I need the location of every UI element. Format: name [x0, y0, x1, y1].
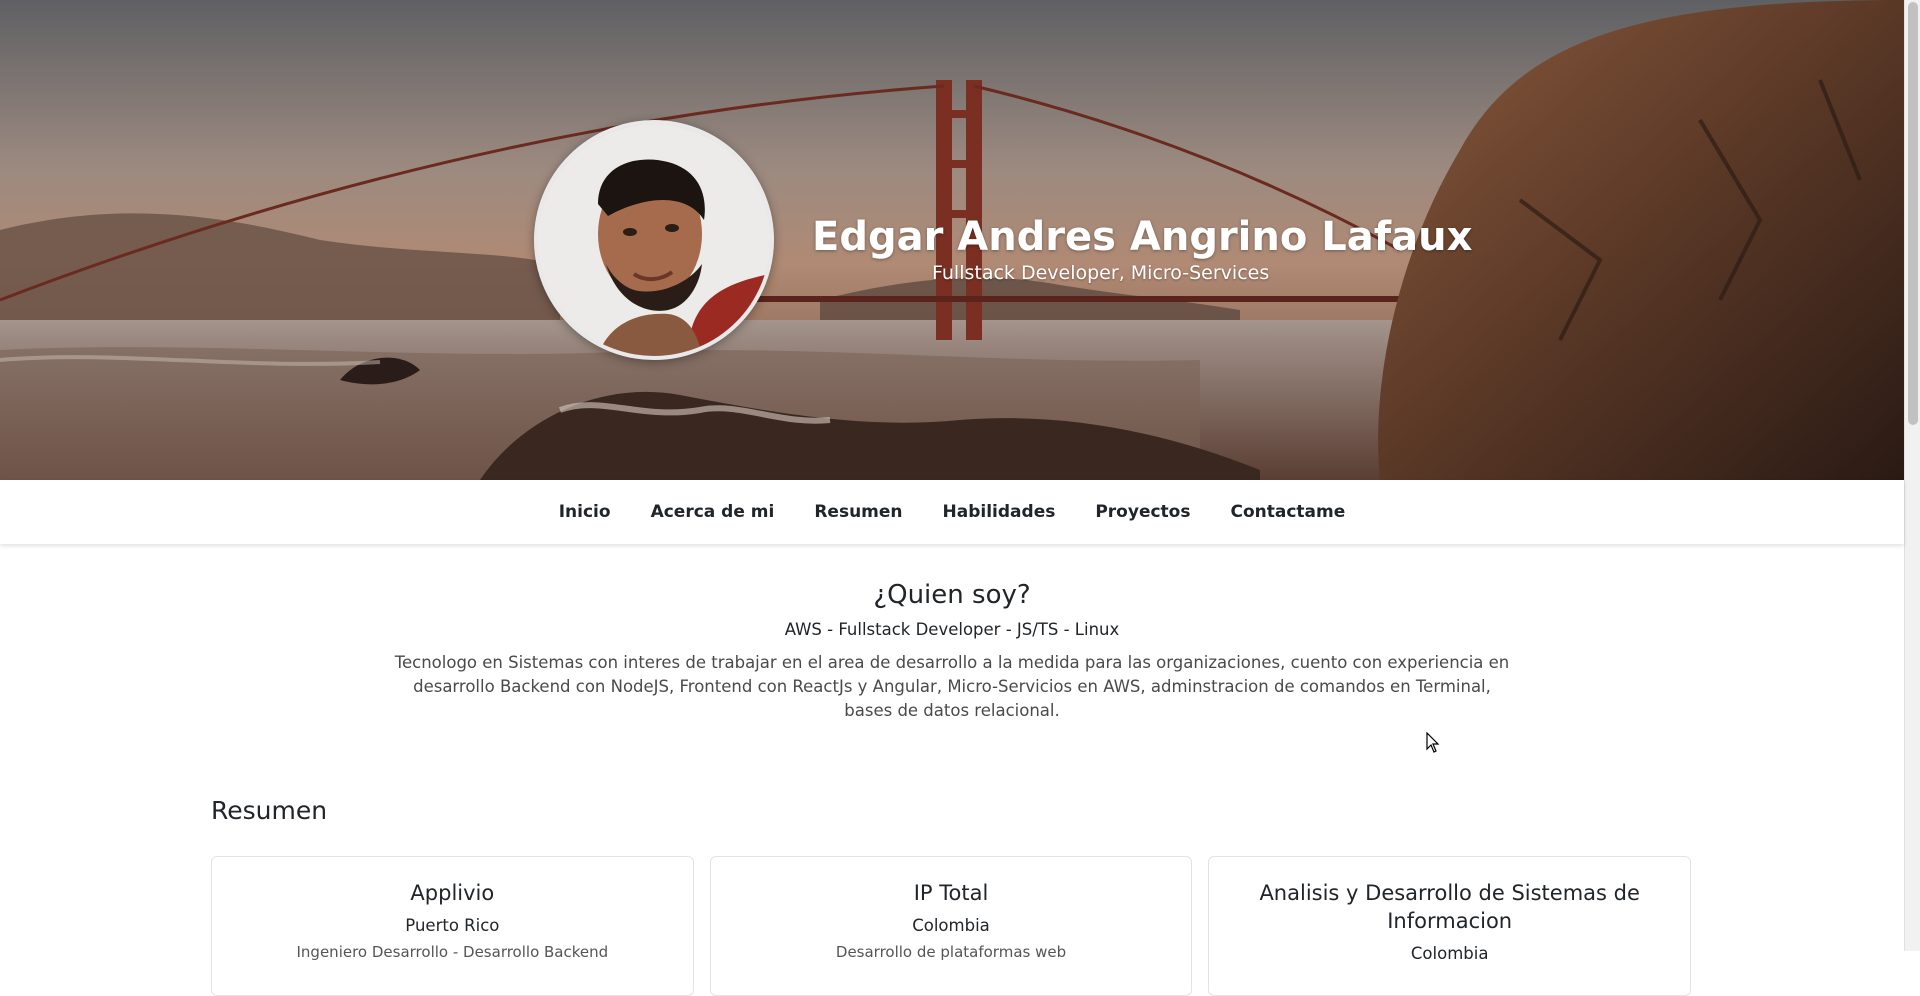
nav-proyectos[interactable]: Proyectos	[1095, 502, 1190, 522]
profile-avatar	[534, 120, 774, 360]
nav-inicio[interactable]: Inicio	[559, 502, 611, 522]
card-title: Analisis y Desarrollo de Sistemas de Inf…	[1259, 881, 1640, 933]
nav-acerca-de-mi[interactable]: Acerca de mi	[651, 502, 775, 522]
nav-contactame[interactable]: Contactame	[1230, 502, 1345, 522]
card-body: Ingeniero Desarrollo - Desarrollo Backen…	[296, 943, 609, 961]
about-title: ¿Quien soy?	[873, 580, 1031, 610]
scrollbar-thumb[interactable]	[1908, 2, 1918, 425]
resumen-heading: Resumen	[211, 796, 328, 825]
card-title: Applivio	[410, 881, 495, 905]
nav-habilidades[interactable]: Habilidades	[943, 502, 1056, 522]
about-section: ¿Quien soy? AWS - Fullstack Developer - …	[0, 580, 1904, 723]
about-tagline: AWS - Fullstack Developer - JS/TS - Linu…	[784, 620, 1120, 639]
resumen-card: IP Total Colombia Desarrollo de platafor…	[709, 856, 1193, 996]
card-location: Colombia	[912, 916, 990, 935]
card-body: Desarrollo de plataformas web	[835, 943, 1067, 961]
resumen-card: Applivio Puerto Rico Ingeniero Desarroll…	[211, 856, 694, 996]
card-location: Puerto Rico	[405, 916, 500, 935]
nav-resumen[interactable]: Resumen	[814, 502, 902, 522]
profile-subtitle: Fullstack Developer, Micro-Services	[932, 262, 1270, 284]
mouse-cursor-icon	[1426, 732, 1440, 753]
card-location: Colombia	[1410, 944, 1489, 963]
hero-banner: Edgar Andres Angrino Lafaux Fullstack De…	[0, 0, 1904, 480]
resumen-card: Analisis y Desarrollo de Sistemas de Inf…	[1208, 856, 1692, 996]
card-title: IP Total	[913, 881, 989, 905]
profile-name: Edgar Andres Angrino Lafaux	[812, 214, 1473, 260]
profile-photo	[538, 124, 770, 356]
main-nav: Inicio Acerca de mi Resumen Habilidades …	[0, 480, 1904, 544]
page-scrollbar[interactable]	[1904, 0, 1920, 951]
about-description: Tecnologo en Sistemas con interes de tra…	[394, 653, 1510, 720]
resumen-cards: Applivio Puerto Rico Ingeniero Desarroll…	[211, 856, 1692, 996]
